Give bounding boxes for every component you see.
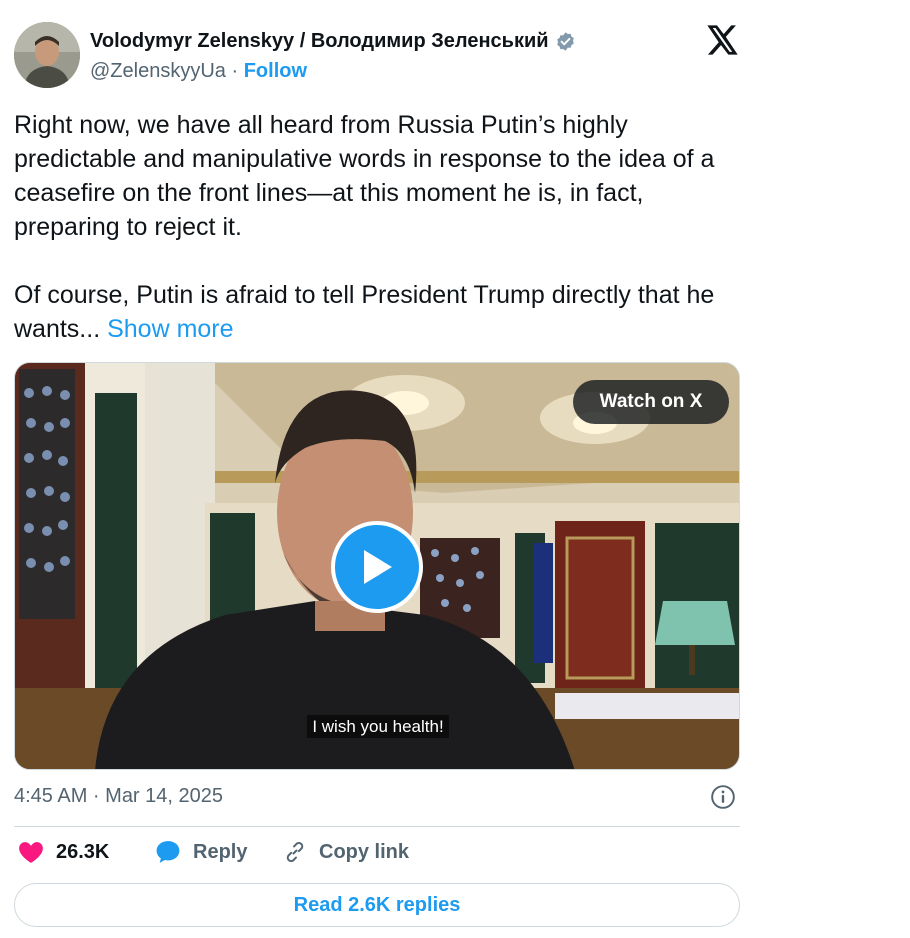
author-name-row: Volodymyr Zelenskyy / Володимир Зеленськ…: [90, 30, 576, 53]
reply-label: Reply: [193, 840, 248, 863]
heart-icon: [19, 842, 43, 863]
reply-bubble-icon: [156, 841, 180, 863]
watch-on-x-button[interactable]: Watch on X: [573, 380, 729, 424]
like-count: 26.3K: [56, 840, 110, 863]
tweet-text: Right now, we have all heard from Russia…: [14, 108, 744, 346]
video-caption: I wish you health!: [15, 715, 739, 738]
tweet-paragraph-2: Of course, Putin is afraid to tell Presi…: [14, 278, 744, 346]
read-replies-button[interactable]: Read 2.6K replies: [14, 883, 740, 927]
tweet-embed-card: Volodymyr Zelenskyy / Володимир Зеленськ…: [0, 0, 910, 938]
verified-badge-icon: [556, 32, 574, 51]
divider: [14, 826, 740, 827]
info-icon[interactable]: [710, 784, 736, 810]
video-caption-text: I wish you health!: [307, 715, 449, 738]
reply-button[interactable]: Reply: [155, 840, 247, 864]
like-button[interactable]: 26.3K: [18, 840, 109, 864]
handle-separator: ·: [231, 60, 239, 82]
tweet-timestamp[interactable]: 4:45 AM · Mar 14, 2025: [14, 785, 223, 808]
author-handle-row: @ZelenskyyUa · Follow: [90, 60, 307, 83]
follow-button[interactable]: Follow: [244, 60, 307, 82]
avatar[interactable]: [14, 22, 80, 88]
copy-link-label: Copy link: [319, 840, 410, 863]
author-name[interactable]: Volodymyr Zelenskyy / Володимир Зеленськ…: [90, 30, 549, 53]
play-button[interactable]: [331, 521, 423, 613]
show-more-link[interactable]: Show more: [107, 315, 233, 343]
x-logo-icon[interactable]: [707, 25, 739, 55]
video-player[interactable]: Watch on X I wish you health!: [14, 362, 740, 770]
copy-link-button[interactable]: Copy link: [283, 840, 409, 864]
link-icon: [286, 841, 304, 863]
play-icon: [364, 550, 392, 584]
author-handle[interactable]: @ZelenskyyUa: [90, 60, 226, 82]
tweet-paragraph-1: Right now, we have all heard from Russia…: [14, 111, 715, 241]
